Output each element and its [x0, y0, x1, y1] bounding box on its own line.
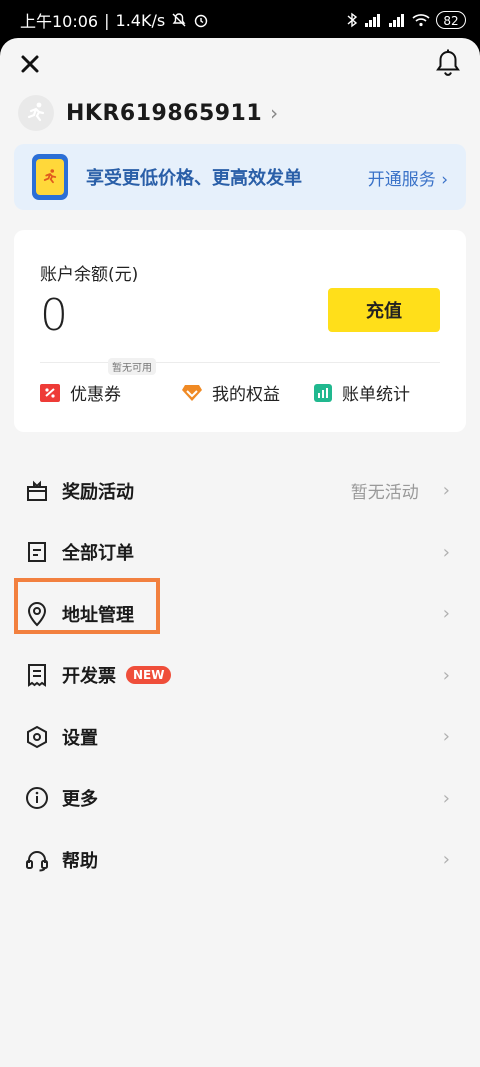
recharge-button[interactable]: 充值 [328, 288, 440, 332]
menu-label-settings: 设置 [62, 727, 98, 749]
menu-label-rewards: 奖励活动 [62, 481, 134, 503]
battery-indicator: 82 [436, 11, 466, 29]
status-left: 上午10:06 | 1.4K/s [20, 8, 209, 32]
coupon-icon [40, 383, 60, 402]
bill-stats-label: 账单统计 [342, 385, 410, 405]
avatar[interactable] [18, 95, 54, 131]
coupons-label: 优惠券 [70, 385, 121, 405]
benefits-diamond-icon [182, 384, 202, 401]
chevron-right-icon: › [442, 664, 450, 686]
chevron-right-icon: › [442, 603, 450, 625]
runner-icon [27, 102, 45, 122]
phone-screen [36, 159, 64, 195]
menu-label-help: 帮助 [62, 850, 98, 872]
bell-icon[interactable] [434, 48, 462, 78]
status-right: 82 [346, 11, 466, 29]
benefits-label: 我的权益 [212, 385, 280, 405]
status-bar: 上午10:06 | 1.4K/s 82 [0, 0, 480, 40]
card-divider [40, 362, 440, 363]
close-icon[interactable] [18, 52, 42, 76]
top-bar [0, 38, 480, 98]
rewards-status: 暂无活动 [350, 483, 419, 504]
alarm-icon [194, 14, 208, 28]
menu-label-more: 更多 [62, 789, 98, 811]
new-badge: NEW [126, 666, 172, 685]
mute-icon [172, 13, 186, 27]
orders-icon [24, 539, 50, 565]
promo-banner[interactable]: 享受更低价格、更高效发单 开通服务 › [14, 144, 466, 210]
chevron-right-icon: › [442, 849, 450, 871]
user-profile-row[interactable]: HKR619865911 › [0, 95, 480, 131]
invoice-icon [24, 662, 50, 688]
headset-icon [24, 847, 50, 873]
benefits-link[interactable]: 我的权益 [182, 380, 314, 405]
promo-text: 享受更低价格、更高效发单 [86, 168, 302, 189]
status-divider: | [104, 10, 110, 30]
menu-item-orders[interactable]: 全部订单 › [0, 522, 480, 584]
gift-icon [24, 478, 50, 504]
chevron-right-icon: › [442, 541, 450, 563]
card-actions: 优惠券 暂无可用 我的权益 账单统计 [40, 358, 440, 405]
coupons-badge: 暂无可用 [108, 358, 156, 375]
runner-small-icon [43, 169, 57, 184]
settings-hexagon-icon [24, 724, 50, 750]
chevron-right-icon: › [442, 480, 450, 502]
username[interactable]: HKR619865911 [66, 101, 262, 126]
user-center-sheet: HKR619865911 › 享受更低价格、更高效发单 开通服务 › 账户余额(… [0, 38, 480, 1067]
menu-label-orders: 全部订单 [62, 543, 134, 565]
signal-icon-1 [365, 14, 380, 27]
profile-chevron-icon: › [270, 101, 279, 125]
wifi-icon [412, 14, 430, 27]
bill-stats-icon [314, 383, 332, 402]
menu-list: 奖励活动 暂无活动 › 全部订单 › 地址管理 › 开发票 NEW › 设置 ›… [0, 460, 480, 891]
phone-runner-icon [32, 154, 68, 200]
open-service-link[interactable]: 开通服务 › [368, 165, 448, 190]
info-icon [24, 785, 50, 811]
network-speed: 1.4K/s [115, 10, 166, 30]
menu-item-settings[interactable]: 设置 › [0, 706, 480, 768]
menu-item-rewards[interactable]: 奖励活动 暂无活动 › [0, 460, 480, 522]
bluetooth-icon [347, 12, 358, 28]
balance-value: 0 [40, 290, 68, 341]
menu-item-invoice[interactable]: 开发票 NEW › [0, 645, 480, 707]
bill-stats-link[interactable]: 账单统计 [314, 380, 410, 405]
coupons-link[interactable]: 优惠券 暂无可用 [40, 358, 182, 405]
menu-item-help[interactable]: 帮助 › [0, 829, 480, 891]
balance-label: 账户余额(元) [40, 265, 139, 285]
status-time: 上午10:06 [20, 12, 99, 31]
address-highlight-frame [14, 578, 160, 634]
chevron-right-icon: › [442, 787, 450, 809]
menu-item-more[interactable]: 更多 › [0, 768, 480, 830]
chevron-right-icon: › [442, 726, 450, 748]
balance-card: 账户余额(元) 0 充值 优惠券 暂无可用 我的权益 账单统计 [14, 230, 466, 432]
menu-label-invoice: 开发票 [62, 666, 116, 688]
signal-icon-2 [389, 14, 404, 27]
